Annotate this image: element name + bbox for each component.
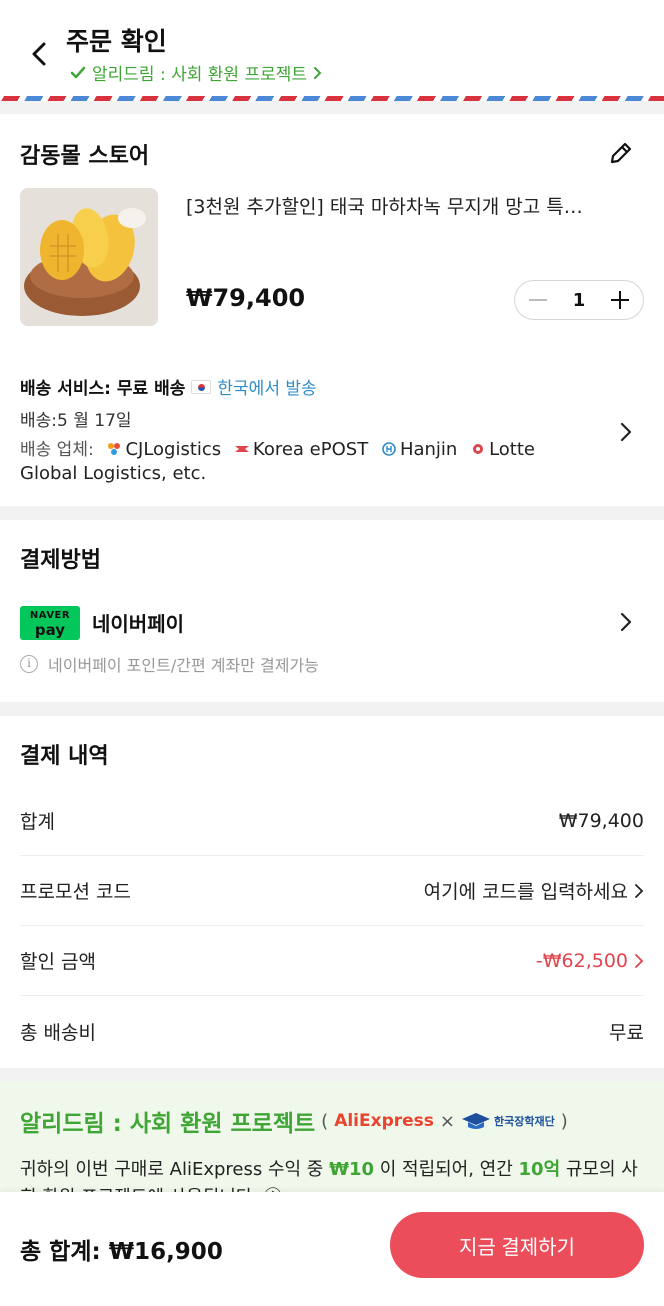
back-arrow-icon[interactable]	[26, 40, 54, 68]
payment-method-name[interactable]: 네이버페이	[92, 608, 184, 637]
promo-partners: ( AliExpress × 한국장학재단 )	[321, 1111, 568, 1132]
promo-title-text: 알리드림 : 사회 환원 프로젝트	[20, 1111, 316, 1137]
carrier-name: CJLogistics	[125, 439, 222, 460]
store-name: 감동몰 스토어	[20, 144, 150, 169]
subtotal-label: 합계	[20, 811, 55, 833]
pay-now-button[interactable]: 지금 결제하기	[390, 1212, 644, 1278]
chevron-right-icon	[635, 953, 644, 968]
shipping-service-label: 배송 서비스:	[20, 379, 111, 399]
naver-pay-logo-bottom: pay	[34, 621, 66, 639]
graduation-cap-icon	[462, 1113, 490, 1129]
naver-pay-logo: NAVER pay	[20, 606, 80, 640]
carrier-name: Hanjin	[399, 439, 458, 460]
promo-title: 알리드림 : 사회 환원 프로젝트 ( AliExpress × 한국장학재단 …	[20, 1104, 568, 1138]
payment-method-card: 결제방법 NAVER pay 네이버페이 i 네이버페이 포인트/간편 계좌만 …	[0, 520, 664, 702]
partner-paren-close: )	[560, 1110, 568, 1132]
product-title[interactable]: [3천원 추가할인] 태국 마하차녹 무지개 망고 특…	[186, 192, 646, 219]
chevron-right-icon[interactable]	[618, 420, 634, 444]
carrier-name: Lotte	[489, 439, 535, 460]
lotte-logo-icon	[473, 444, 484, 454]
promo-code-row[interactable]: 프로모션 코드 여기에 코드를 입력하세요	[20, 856, 644, 926]
aliexpress-logo: AliExpress	[334, 1111, 434, 1131]
times-sign: ×	[439, 1110, 455, 1132]
check-icon	[70, 66, 86, 78]
checkout-footer: 총 합계: ₩16,900 지금 결제하기	[0, 1192, 664, 1306]
partner-paren-open: (	[321, 1110, 329, 1132]
mango-bowl-image	[20, 188, 158, 326]
cj-logo-icon	[108, 443, 121, 455]
promo-scale: 10억	[518, 1159, 561, 1180]
decrement-button[interactable]	[529, 291, 547, 309]
increment-button[interactable]	[611, 291, 629, 309]
shipping-service-value: 무료 배송	[116, 379, 186, 399]
chevron-right-icon	[635, 883, 644, 898]
carriers-suffix: Global Logistics, etc.	[20, 463, 207, 484]
app-header: 주문 확인 알리드림 : 사회 환원 프로젝트	[0, 0, 664, 101]
info-icon: i	[20, 655, 38, 673]
airmail-border	[0, 96, 664, 101]
product-price: ₩79,400	[186, 284, 306, 312]
discount-row[interactable]: 할인 금액 -₩62,500	[20, 926, 644, 996]
kosaf-logo-text: 한국장학재단	[494, 1115, 555, 1128]
edit-pencil-icon[interactable]	[608, 140, 634, 166]
discount-label: 할인 금액	[20, 951, 96, 973]
carrier-name: Korea ePOST	[252, 439, 369, 460]
promo-code-input[interactable]: 여기에 코드를 입력하세요	[424, 877, 644, 904]
payment-summary-card: 결제 내역 합계 ₩79,400 프로모션 코드 여기에 코드를 입력하세요 할…	[0, 716, 664, 1068]
promo-text-mid: 이 적립되어, 연간	[374, 1159, 519, 1180]
promo-code-placeholder: 여기에 코드를 입력하세요	[423, 881, 628, 903]
quantity-value: 1	[572, 289, 586, 311]
shipping-service: 배송 서비스: 무료 배송 한국에서 발송	[20, 374, 317, 399]
promo-text-pre: 귀하의 이번 구매로 AliExpress 수익 중	[20, 1159, 330, 1180]
page-title: 주문 확인	[66, 27, 167, 56]
carrier-list[interactable]: 배송 업체: CJLogistics Korea ePOST Hanjin Lo…	[20, 438, 600, 486]
chevron-right-icon[interactable]	[618, 610, 634, 634]
carriers-label: 배송 업체:	[20, 440, 94, 460]
kosaf-logo: 한국장학재단	[461, 1112, 555, 1130]
promo-amount: ₩10	[329, 1159, 374, 1180]
store-card: 감동몰 스토어 [3천원 추가할인] 태국 마하차녹 무지개 망고 특… ₩79…	[0, 114, 664, 506]
subtotal-row: 합계 ₩79,400	[20, 786, 644, 856]
subtotal-value: ₩79,400	[558, 809, 644, 832]
promo-description: 귀하의 이번 구매로 AliExpress 수익 중 ₩10 이 적립되어, 연…	[20, 1156, 650, 1194]
quantity-stepper: 1	[514, 280, 644, 320]
hanjin-logo-icon	[382, 442, 396, 456]
shipping-fee-label: 총 배송비	[20, 1021, 96, 1044]
order-total: 총 합계: ₩16,900	[20, 1239, 223, 1265]
shipping-fee-value: 무료	[609, 1021, 644, 1044]
shipping-fee-row: 총 배송비 무료	[20, 996, 644, 1066]
chevron-right-icon	[314, 66, 322, 79]
product-image[interactable]	[20, 188, 158, 326]
payment-section-title: 결제방법	[20, 548, 101, 573]
ali-dream-link[interactable]: 알리드림 : 사회 환원 프로젝트	[70, 60, 323, 85]
korea-post-icon	[234, 446, 249, 452]
delivery-date: 배송:5 월 17일	[20, 411, 132, 431]
shipping-origin: 한국에서 발송	[217, 379, 317, 399]
discount-value: -₩62,500	[535, 949, 628, 972]
korea-flag-icon	[191, 379, 212, 394]
summary-section-title: 결제 내역	[20, 744, 109, 769]
ali-dream-link-label: 알리드림 : 사회 환원 프로젝트	[92, 65, 308, 85]
payment-note: i 네이버페이 포인트/간편 계좌만 결제가능	[20, 652, 319, 676]
discount-value-group: -₩62,500	[536, 950, 644, 972]
promo-code-label: 프로모션 코드	[20, 881, 131, 903]
payment-note-text: 네이버페이 포인트/간편 계좌만 결제가능	[48, 656, 319, 675]
